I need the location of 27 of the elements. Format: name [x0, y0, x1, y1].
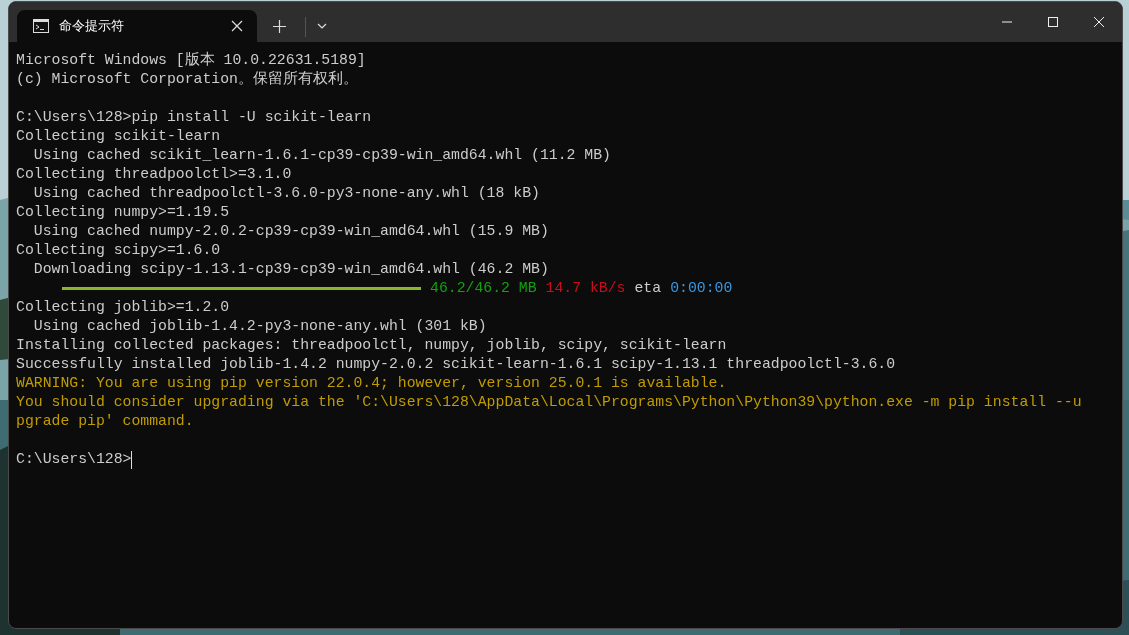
terminal-line: Successfully installed joblib-1.4.2 numpy-2.0.2 scikit-learn-1.6.1 scipy-1.13.1 threadpoolctl-3.6.0: [16, 355, 896, 374]
text-cursor: [131, 450, 133, 469]
eta-label: eta: [634, 279, 662, 298]
tab-title: 命令提示符: [59, 17, 125, 35]
download-speed: 14.7 kB/s: [545, 279, 626, 298]
terminal-line: Collecting joblib>=1.2.0: [16, 298, 230, 317]
terminal-line: Collecting scipy>=1.6.0: [16, 241, 221, 260]
terminal-line: Using cached numpy-2.0.2-cp39-cp39-win_amd64.whl (15.9 MB): [32, 222, 549, 241]
terminal-line: Using cached joblib-1.4.2-py3-none-any.whl (301 kB): [32, 317, 487, 336]
terminal-line: C:\Users\128>pip install -U scikit-learn: [16, 108, 372, 127]
terminal-line: WARNING: You are using pip version 22.0.4; however, version 25.0.1 is available.: [16, 374, 727, 393]
console-icon: [33, 19, 49, 33]
terminal-line: Collecting numpy>=1.19.5: [16, 203, 230, 222]
terminal-line: Using cached threadpoolctl-3.6.0-py3-none-any.whl (18 kB): [32, 184, 540, 203]
terminal-line: Collecting threadpoolctl>=3.1.0: [16, 165, 292, 184]
terminal-prompt: C:\Users\128>: [16, 450, 132, 469]
terminal-line: Using cached scikit_learn-1.6.1-cp39-cp39-win_amd64.whl (11.2 MB): [32, 146, 611, 165]
terminal-line: (c) Microsoft Corporation。保留所有权利。: [16, 70, 358, 89]
terminal-tab[interactable]: 命令提示符: [17, 10, 257, 42]
terminal-line: Collecting scikit-learn: [16, 127, 221, 146]
terminal-line: Downloading scipy-1.13.1-cp39-cp39-win_amd64.whl (46.2 MB): [32, 260, 549, 279]
terminal-line: You should consider upgrading via the 'C:\Users\128\AppData\Local\Programs\Python\Python39\python.exe -m pip install --u: [16, 393, 1082, 412]
terminal-line: Installing collected packages: threadpoolctl, numpy, joblib, scipy, scikit-learn: [16, 336, 727, 355]
terminal-line: pgrade pip' command.: [16, 412, 194, 431]
eta-time: 0:00:00: [670, 279, 733, 298]
download-size: 46.2/46.2 MB: [430, 279, 537, 298]
terminal-line: Microsoft Windows [版本 10.0.22631.5189]: [16, 51, 366, 70]
